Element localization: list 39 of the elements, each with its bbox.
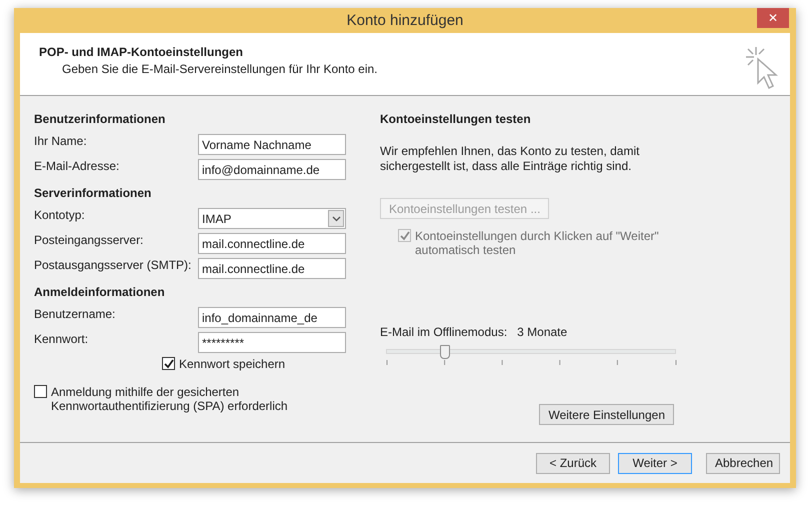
chevron-down-icon (332, 216, 340, 222)
field-label: Kennwort: (34, 332, 88, 346)
offline-label: E-Mail im Offlinemodus: (380, 325, 508, 339)
field-label: Posteingangsserver: (34, 233, 144, 247)
input-field[interactable]: Vorname Nachname (198, 134, 346, 155)
dialog-button[interactable]: Abbrechen (706, 452, 780, 474)
checkmark-icon (164, 358, 174, 368)
dialog-button[interactable]: < Zurück (536, 452, 610, 474)
field-label: Benutzername: (34, 307, 116, 321)
input-field[interactable]: mail.connectline.de (198, 233, 346, 254)
more-settings-button[interactable]: Weitere Einstellungen (539, 404, 674, 425)
field-label: E-Mail-Adresse: (34, 159, 120, 173)
checkbox[interactable] (162, 357, 175, 370)
cursor-click-icon (744, 45, 780, 91)
section-heading: Kontoeinstellungen testen (380, 112, 532, 126)
checkbox-label: Kennwort speichern (179, 357, 286, 371)
checkbox[interactable] (34, 385, 47, 398)
checkbox-label: Kontoeinstellungen durch Klicken auf "Weiter" automatisch testen (415, 229, 660, 257)
field-label: Postausgangsserver (SMTP): (34, 258, 192, 272)
checkmark-icon (400, 230, 410, 240)
input-field[interactable]: mail.connectline.de (198, 258, 346, 279)
slider-thumb[interactable] (440, 345, 450, 359)
field-label: Kontotyp: (34, 208, 85, 222)
section-heading: Anmeldeinformationen (34, 285, 166, 299)
header-subtitle: Geben Sie die E-Mail-Servereinstellungen für Ihr Konto ein. (62, 62, 378, 76)
header-title: POP- und IMAP-Kontoeinstellungen (39, 45, 244, 59)
window-title: Konto hinzufügen (346, 12, 464, 29)
offline-value: 3 Monate (517, 325, 568, 339)
dialog-button[interactable]: Weiter > (618, 452, 692, 474)
input-field[interactable]: ********* (198, 332, 346, 353)
checkbox-label: Anmeldung mithilfe der gesicherten Kennwortauthentifizierung (SPA) erforderlich (51, 385, 289, 413)
description-text: Wir empfehlen Ihnen, das Konto zu testen, damit sichergestellt ist, dass alle Einträge richtig sind. (380, 144, 640, 174)
close-button[interactable]: ✕ (757, 8, 789, 28)
input-field[interactable]: info_domainname_de (198, 307, 346, 328)
section-heading: Benutzerinformationen (34, 112, 166, 126)
section-heading: Serverinformationen (34, 186, 152, 200)
input-field[interactable]: info@domainname.de (198, 159, 346, 180)
account-type-dropdown[interactable]: IMAP (198, 208, 346, 229)
field-label: Ihr Name: (34, 134, 87, 148)
